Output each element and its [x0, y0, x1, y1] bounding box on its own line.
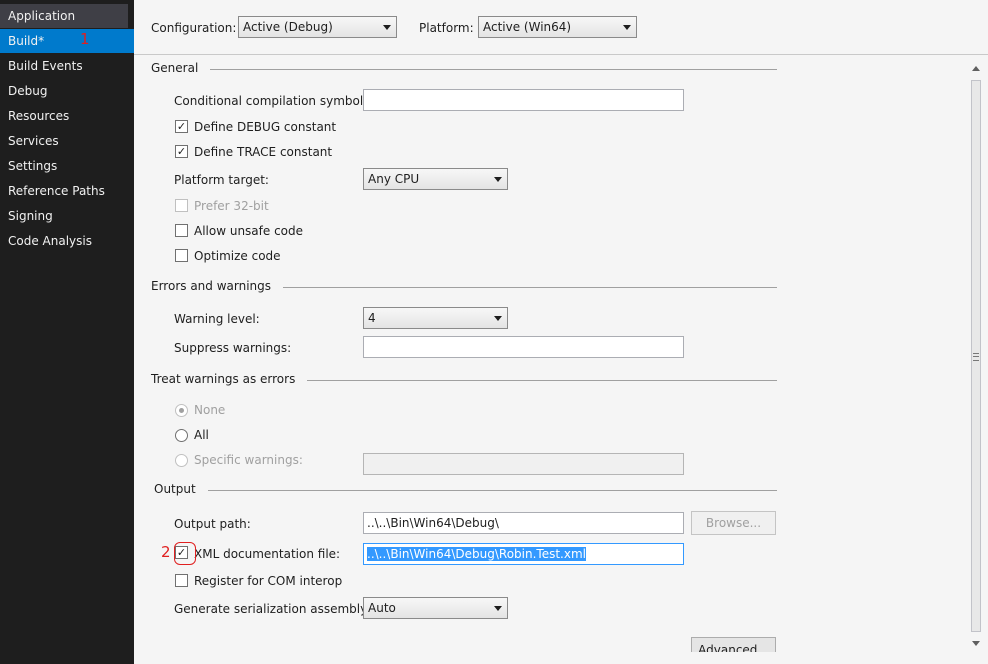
- specific-warnings-input[interactable]: [363, 453, 684, 475]
- treat-specific-label: Specific warnings:: [194, 453, 303, 467]
- sidebar-item-label: Signing: [8, 209, 53, 223]
- platform-target-value: Any CPU: [368, 172, 420, 186]
- xml-doc-value: ..\..\Bin\Win64\Debug\Robin.Test.xml: [367, 547, 586, 561]
- sidebar-item-signing[interactable]: Signing: [0, 204, 128, 228]
- build-properties-pane: Configuration: Active (Debug) Platform: …: [134, 0, 988, 664]
- prefer-32bit-label: Prefer 32-bit: [194, 199, 269, 213]
- configuration-label: Configuration:: [151, 21, 237, 35]
- chevron-down-icon: [494, 316, 502, 321]
- chevron-down-icon: [383, 25, 391, 30]
- chevron-down-icon: [494, 606, 502, 611]
- sidebar: Application Build* Build Events Debug Re…: [0, 0, 142, 664]
- define-trace-checkbox[interactable]: ✓: [175, 145, 188, 158]
- conditional-symbols-input[interactable]: [363, 89, 684, 111]
- warning-level-label: Warning level:: [174, 312, 260, 326]
- optimize-code-checkbox[interactable]: [175, 249, 188, 262]
- platform-value: Active (Win64): [483, 20, 572, 34]
- output-section: Output: [154, 482, 777, 498]
- annotation-one: 1: [80, 30, 90, 48]
- sidebar-item-code-analysis[interactable]: Code Analysis: [0, 229, 128, 253]
- errors-warnings-section: Errors and warnings: [151, 279, 777, 295]
- define-trace-label: Define TRACE constant: [194, 145, 333, 159]
- scroll-up-icon[interactable]: [972, 66, 980, 71]
- configuration-value: Active (Debug): [243, 20, 333, 34]
- define-debug-checkbox[interactable]: ✓: [175, 120, 188, 133]
- sidebar-item-label: Settings: [8, 159, 58, 173]
- sidebar-item-label: Build*: [8, 34, 45, 48]
- annotation-two: 2: [161, 543, 171, 561]
- sidebar-item-label: Code Analysis: [8, 234, 92, 248]
- suppress-warnings-label: Suppress warnings:: [174, 341, 292, 355]
- chevron-down-icon: [494, 177, 502, 182]
- serialization-label: Generate serialization assembly:: [174, 602, 371, 616]
- treat-warnings-section: Treat warnings as errors: [151, 372, 777, 388]
- platform-target-dropdown[interactable]: Any CPU: [363, 168, 508, 190]
- section-divider: [151, 69, 777, 70]
- section-title: Output: [154, 482, 208, 496]
- xml-doc-input[interactable]: ..\..\Bin\Win64\Debug\Robin.Test.xml: [363, 543, 684, 565]
- sidebar-item-services[interactable]: Services: [0, 129, 128, 153]
- sidebar-item-label: Services: [8, 134, 59, 148]
- suppress-warnings-input[interactable]: [363, 336, 684, 358]
- sidebar-item-label: Build Events: [8, 59, 83, 73]
- sidebar-item-resources[interactable]: Resources: [0, 104, 128, 128]
- sidebar-item-label: Application: [8, 9, 76, 23]
- prefer-32bit-checkbox[interactable]: [175, 199, 188, 212]
- general-section: General: [151, 61, 777, 77]
- conditional-symbols-label: Conditional compilation symbols:: [174, 94, 374, 108]
- configuration-dropdown[interactable]: Active (Debug): [238, 16, 397, 38]
- sidebar-item-reference-paths[interactable]: Reference Paths: [0, 179, 128, 203]
- sidebar-item-label: Resources: [8, 109, 70, 123]
- section-title: Errors and warnings: [151, 279, 284, 293]
- section-title: General: [151, 61, 211, 75]
- serialization-value: Auto: [368, 601, 396, 615]
- warning-level-value: 4: [368, 311, 376, 325]
- treat-all-radio[interactable]: [175, 429, 188, 442]
- section-divider: [154, 490, 777, 491]
- output-path-input[interactable]: ..\..\Bin\Win64\Debug\: [363, 512, 684, 534]
- chevron-down-icon: [623, 25, 631, 30]
- output-path-label: Output path:: [174, 517, 251, 531]
- register-com-checkbox[interactable]: [175, 574, 188, 587]
- check-icon: ✓: [176, 120, 187, 133]
- platform-target-label: Platform target:: [174, 173, 269, 187]
- warning-level-dropdown[interactable]: 4: [363, 307, 508, 329]
- vertical-scrollbar[interactable]: [968, 60, 985, 652]
- radio-dot-icon: [179, 408, 184, 413]
- platform-label: Platform:: [419, 21, 474, 35]
- define-debug-label: Define DEBUG constant: [194, 120, 337, 134]
- treat-none-label: None: [194, 403, 226, 417]
- sidebar-item-label: Reference Paths: [8, 184, 105, 198]
- treat-none-radio[interactable]: [175, 404, 188, 417]
- sidebar-item-settings[interactable]: Settings: [0, 154, 128, 178]
- register-com-label: Register for COM interop: [194, 574, 343, 588]
- treat-all-label: All: [194, 428, 209, 442]
- sidebar-item-build-events[interactable]: Build Events: [0, 54, 128, 78]
- sidebar-item-application[interactable]: Application: [0, 4, 128, 28]
- scroll-down-icon[interactable]: [972, 641, 980, 646]
- sidebar-item-label: Debug: [8, 84, 48, 98]
- scrollbar-thumb[interactable]: [971, 80, 981, 632]
- optimize-code-label: Optimize code: [194, 249, 281, 263]
- platform-dropdown[interactable]: Active (Win64): [478, 16, 637, 38]
- grip-icon: [973, 353, 979, 361]
- allow-unsafe-checkbox[interactable]: [175, 224, 188, 237]
- section-title: Treat warnings as errors: [151, 372, 308, 386]
- allow-unsafe-label: Allow unsafe code: [194, 224, 304, 238]
- treat-specific-radio[interactable]: [175, 454, 188, 467]
- advanced-button[interactable]: Advanced...: [691, 637, 776, 652]
- sidebar-item-build[interactable]: Build*: [0, 29, 142, 53]
- sidebar-item-debug[interactable]: Debug: [0, 79, 128, 103]
- check-icon: ✓: [176, 145, 187, 158]
- configuration-bar: Configuration: Active (Debug) Platform: …: [134, 0, 988, 55]
- browse-button[interactable]: Browse...: [691, 511, 776, 535]
- xml-doc-label: XML documentation file:: [194, 547, 341, 561]
- annotation-circle: [174, 542, 196, 565]
- serialization-dropdown[interactable]: Auto: [363, 597, 508, 619]
